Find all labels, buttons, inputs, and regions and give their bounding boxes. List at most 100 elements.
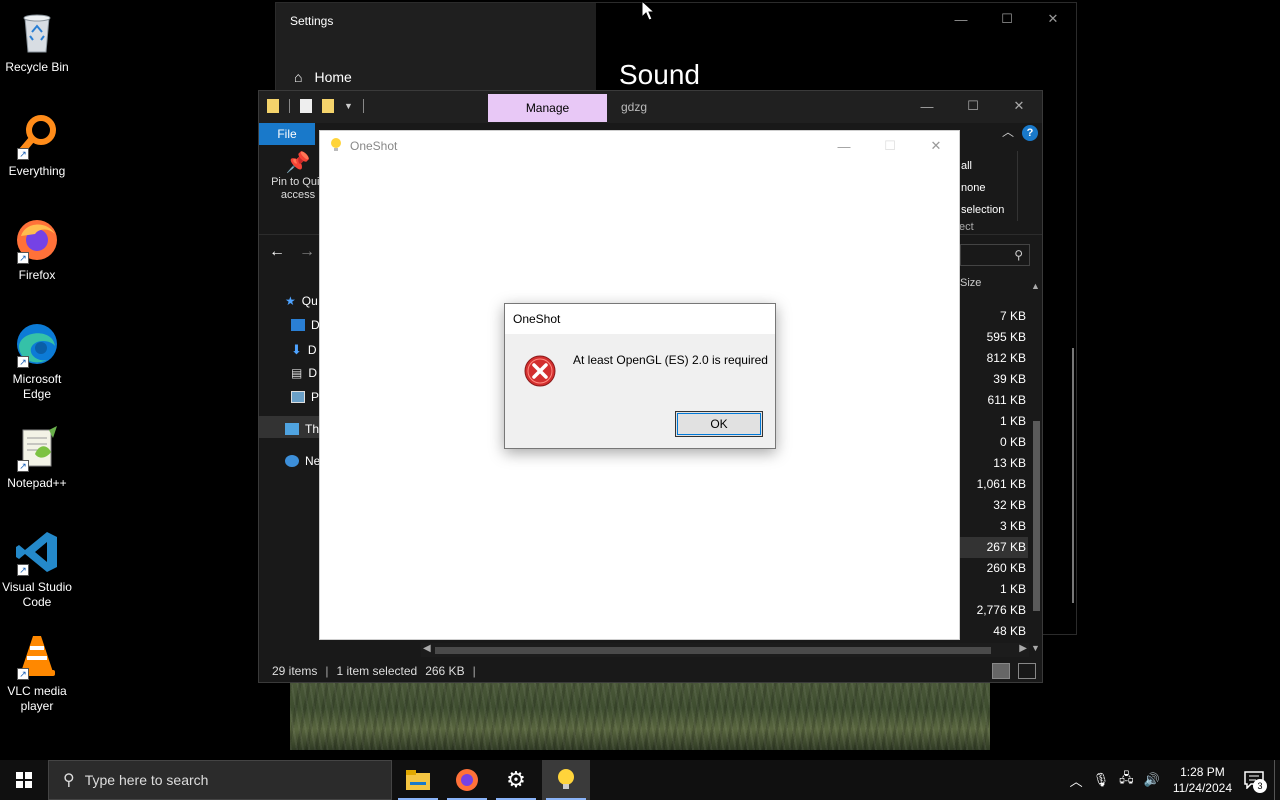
close-icon[interactable]: ✕ (913, 131, 959, 161)
nav-item-documents[interactable]: ▤ D (291, 366, 317, 380)
taskbar-settings[interactable]: ⚙ (492, 760, 540, 800)
file-size-cell[interactable]: 1 KB (960, 579, 1028, 600)
explorer-search-input[interactable]: ⚲ (960, 244, 1030, 266)
column-header-size[interactable]: Size (960, 277, 981, 289)
explorer-status-bar: 29 items | 1 item selected 266 KB | (259, 659, 1042, 683)
file-size-cell[interactable]: 0 KB (960, 432, 1028, 453)
explorer-window-title: gdzg (621, 100, 648, 114)
firefox-icon: ↗ (13, 216, 61, 264)
nav-item-downloads[interactable]: ⬇ D (291, 342, 317, 358)
scroll-down-icon[interactable]: ▼ (1031, 643, 1040, 653)
gear-icon: ⚙ (506, 767, 526, 792)
toolbar-divider (362, 99, 364, 113)
file-size-cell[interactable]: 39 KB (960, 369, 1028, 390)
file-size-cell[interactable]: 48 KB (960, 621, 1028, 642)
minimize-icon[interactable]: — (904, 91, 950, 121)
error-dialog[interactable]: OneShot At least OpenGL (ES) 2.0 is requ… (504, 303, 776, 449)
status-divider: | (325, 664, 329, 678)
ok-button[interactable]: OK (675, 411, 763, 437)
scroll-thumb[interactable] (1033, 421, 1040, 611)
select-none-button[interactable]: none (961, 177, 1004, 199)
settings-scrollbar[interactable] (1072, 348, 1074, 603)
desktop-icon-vlc[interactable]: ↗ VLC media player (0, 632, 74, 714)
network-icon[interactable]: 🖧 (1119, 769, 1134, 791)
minimize-icon[interactable]: — (938, 3, 984, 35)
desktop-icon-recycle-bin[interactable]: Recycle Bin (0, 8, 74, 75)
desktop-icon-vscode[interactable]: ↗ Visual Studio Code (0, 528, 74, 610)
help-icon[interactable]: ? (1022, 125, 1038, 141)
recycle-bin-icon (13, 8, 61, 56)
folder-icon[interactable] (267, 99, 279, 113)
file-size-cell[interactable]: 7 KB (960, 306, 1028, 327)
status-selected-size: 266 KB (425, 664, 465, 678)
volume-icon[interactable]: 🔊 (1144, 772, 1160, 788)
details-view-icon[interactable] (992, 663, 1010, 679)
file-size-cell[interactable]: 3 KB (960, 516, 1028, 537)
file-size-cell[interactable]: 1 KB (960, 411, 1028, 432)
settings-home-label: Home (314, 69, 352, 85)
forward-arrow-icon[interactable]: → (299, 243, 315, 261)
taskbar-search-box[interactable]: ⚲ Type here to search (48, 760, 392, 800)
file-size-cell[interactable]: 260 KB (960, 558, 1028, 579)
minimize-icon[interactable]: — (821, 131, 867, 161)
settings-home-item[interactable]: ⌂ Home (294, 69, 352, 85)
close-icon[interactable]: ✕ (1030, 3, 1076, 35)
shortcut-arrow-icon: ↗ (17, 460, 29, 472)
show-desktop-button[interactable] (1274, 760, 1280, 800)
file-size-cell[interactable]: 13 KB (960, 453, 1028, 474)
desktop-icon-everything[interactable]: ↗ Everything (0, 112, 74, 179)
desktop-icon-label: Everything (8, 164, 66, 178)
maximize-icon[interactable]: ☐ (984, 3, 1030, 35)
scroll-left-icon[interactable]: ◀ (423, 643, 431, 654)
large-icons-view-icon[interactable] (1018, 663, 1036, 679)
select-all-button[interactable]: all (961, 155, 1004, 177)
file-size-cell[interactable]: 595 KB (960, 327, 1028, 348)
invert-selection-button[interactable]: selection (961, 199, 1004, 221)
tab-manage[interactable]: Manage (488, 94, 607, 122)
desktop-icon-notepadpp[interactable]: ↗ Notepad++ (0, 424, 74, 491)
nav-item-quick-access[interactable]: ★ Qu (285, 294, 318, 308)
maximize-icon[interactable]: ☐ (867, 131, 913, 161)
back-arrow-icon[interactable]: ← (269, 243, 285, 261)
nav-item-pictures[interactable]: Pi (291, 390, 322, 404)
pin-label-line-1: Pin to Quic (271, 176, 325, 188)
scroll-right-icon[interactable]: ▶ (1019, 643, 1027, 654)
notification-center-button[interactable]: 3 (1244, 771, 1268, 793)
file-size-cell[interactable]: 1,061 KB (960, 474, 1028, 495)
chevron-down-icon[interactable]: ▼ (344, 101, 353, 111)
status-selected-count: 1 item selected (336, 664, 418, 678)
taskbar-file-explorer[interactable] (394, 760, 442, 800)
toolbar-divider (289, 99, 290, 113)
file-size-cell[interactable]: 2,776 KB (960, 600, 1028, 621)
file-size-cell[interactable]: 812 KB (960, 348, 1028, 369)
settings-page-title: Sound (619, 59, 700, 90)
chevron-up-icon[interactable]: ︿ (1070, 771, 1083, 790)
file-size-cell[interactable]: 611 KB (960, 390, 1028, 411)
properties-icon[interactable] (300, 99, 312, 113)
file-size-cell[interactable]: 267 KB (960, 537, 1028, 558)
shortcut-arrow-icon: ↗ (17, 356, 29, 368)
notepadpp-icon: ↗ (13, 424, 61, 472)
scroll-thumb[interactable] (435, 647, 991, 654)
tab-file[interactable]: File (259, 123, 315, 145)
chevron-up-icon[interactable]: ︿ (1002, 123, 1014, 140)
firefox-icon (456, 769, 478, 791)
file-size-cell[interactable]: 32 KB (960, 495, 1028, 516)
explorer-vertical-scrollbar[interactable]: ▲ ▼ (1030, 281, 1042, 653)
new-folder-icon[interactable] (322, 99, 334, 113)
taskbar-oneshot[interactable] (542, 760, 590, 800)
maximize-icon[interactable]: ☐ (950, 91, 996, 121)
taskbar-firefox[interactable] (443, 760, 491, 800)
start-button[interactable] (0, 760, 48, 800)
close-icon[interactable]: ✕ (996, 91, 1042, 121)
explorer-horizontal-scrollbar[interactable]: ◀ ▶ (421, 643, 1029, 657)
nav-item-network[interactable]: Ne (285, 454, 320, 468)
status-divider: | (472, 664, 476, 678)
scroll-up-icon[interactable]: ▲ (1031, 281, 1040, 291)
desktop-icon-edge[interactable]: ↗ Microsoft Edge (0, 320, 74, 402)
desktop-icon-firefox[interactable]: ↗ Firefox (0, 216, 74, 283)
nav-item-this-pc[interactable]: Thi (285, 422, 322, 436)
microphone-icon[interactable]: 🎙 (1093, 772, 1110, 788)
taskbar-clock[interactable]: 1:28 PM 11/24/2024 (1173, 764, 1232, 796)
nav-item-desktop[interactable]: D (291, 318, 320, 332)
